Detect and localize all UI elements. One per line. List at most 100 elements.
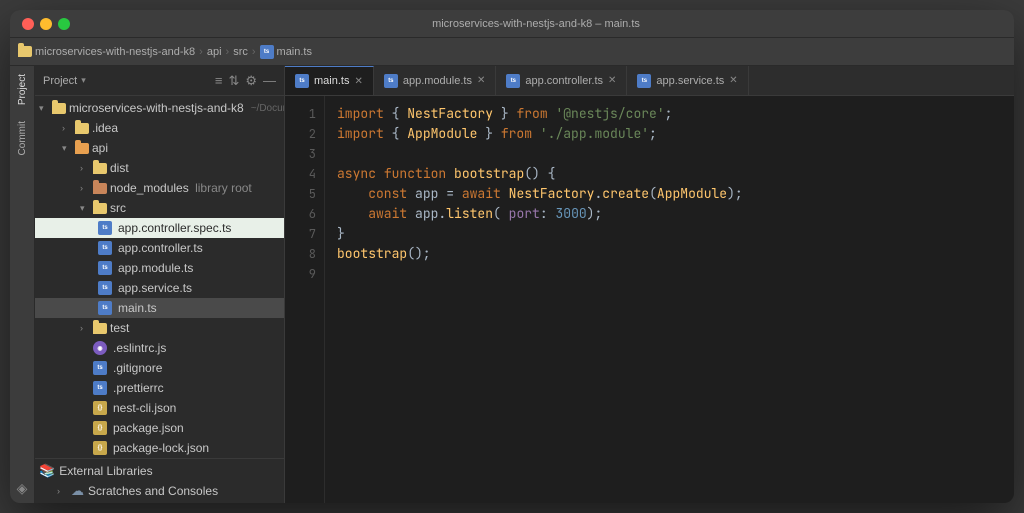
dist-arrow-icon: › xyxy=(80,163,90,173)
tree-item-test[interactable]: › test xyxy=(35,318,284,338)
tab-app-controller-label: app.controller.ts xyxy=(525,75,603,87)
tab-app-controller[interactable]: ts app.controller.ts ✕ xyxy=(496,66,627,95)
tree-item-api[interactable]: ▾ api xyxy=(35,138,284,158)
app-module-icon: ts xyxy=(98,261,112,275)
panel-settings-btn[interactable]: ⚙ xyxy=(245,73,257,89)
node-modules-folder-icon xyxy=(93,183,107,194)
tree-item-eslintrc[interactable]: ◉ .eslintrc.js xyxy=(35,338,284,358)
vertical-tab-project[interactable]: Project xyxy=(13,66,32,113)
panel-collapse-btn[interactable]: ≡ xyxy=(215,73,223,88)
editor-area: ts main.ts ✕ ts app.module.ts ✕ ts app.c… xyxy=(285,66,1014,503)
src-name: src xyxy=(110,201,126,215)
app-service-icon: ts xyxy=(98,281,112,295)
external-libs-icon: 📚 xyxy=(39,463,55,479)
panel-header: Project ▾ ≡ ⇅ ⚙ — xyxy=(35,66,284,96)
minimize-button[interactable] xyxy=(40,18,52,30)
file-tree-panel: Project ▾ ≡ ⇅ ⚙ — ▾ microservices-with-n… xyxy=(35,66,285,503)
tab-main-ts[interactable]: ts main.ts ✕ xyxy=(285,66,374,95)
tab-app-service-close[interactable]: ✕ xyxy=(729,75,737,86)
kw-import-2: import xyxy=(337,124,384,144)
idea-name: .idea xyxy=(92,121,118,135)
code-line-3 xyxy=(337,144,1002,164)
line-num-6: 6 xyxy=(309,204,316,224)
tab-app-service-icon: ts xyxy=(637,74,651,88)
footer-scratches[interactable]: › ☁ Scratches and Consoles xyxy=(39,481,280,501)
tree-item-main-ts[interactable]: ts main.ts xyxy=(35,298,284,318)
nest-cli-name: nest-cli.json xyxy=(113,401,176,415)
api-arrow-icon: ▾ xyxy=(62,143,72,154)
code-line-1: import { NestFactory } from '@nestjs/cor… xyxy=(337,104,1002,124)
tab-main-ts-icon: ts xyxy=(295,74,309,88)
breadcrumb-file[interactable]: ts main.ts xyxy=(260,45,312,59)
idea-arrow-icon: › xyxy=(62,123,72,133)
package-json-name: package.json xyxy=(113,421,184,435)
scratches-icon: ☁ xyxy=(71,483,84,499)
code-area[interactable]: import { NestFactory } from '@nestjs/cor… xyxy=(325,96,1014,503)
line-num-9: 9 xyxy=(309,264,316,284)
panel-title: Project ▾ xyxy=(43,75,86,87)
tab-app-module-icon: ts xyxy=(384,74,398,88)
tree-item-app-controller[interactable]: ts app.controller.ts xyxy=(35,238,284,258)
close-button[interactable] xyxy=(22,18,34,30)
panel-close-btn[interactable]: — xyxy=(263,73,276,88)
scratches-arrow-icon: › xyxy=(57,486,67,496)
tree-item-prettierrc[interactable]: ts .prettierrc xyxy=(35,378,284,398)
src-arrow-icon: ▾ xyxy=(80,203,90,214)
tree-item-nest-cli[interactable]: {} nest-cli.json xyxy=(35,398,284,418)
breadcrumb-src[interactable]: src xyxy=(233,46,248,58)
node-modules-label: library root xyxy=(192,181,252,195)
tree-item-app-module[interactable]: ts app.module.ts xyxy=(35,258,284,278)
package-json-icon: {} xyxy=(93,421,107,435)
line-num-7: 7 xyxy=(309,224,316,244)
project-folder-icon xyxy=(18,46,32,57)
api-name: api xyxy=(92,141,108,155)
code-line-5: const app = await NestFactory . create (… xyxy=(337,184,1002,204)
tab-app-controller-close[interactable]: ✕ xyxy=(608,75,616,86)
tree-item-package-lock[interactable]: {} package-lock.json xyxy=(35,438,284,458)
vertical-tab-icon-1[interactable]: ◈ xyxy=(13,474,32,503)
tree-item-package-json[interactable]: {} package.json xyxy=(35,418,284,438)
gitignore-icon: ts xyxy=(93,361,107,375)
main-ts-name: main.ts xyxy=(118,301,157,315)
panel-actions: ≡ ⇅ ⚙ — xyxy=(215,73,276,89)
breadcrumb-project[interactable]: microservices-with-nestjs-and-k8 xyxy=(18,46,195,58)
package-lock-name: package-lock.json xyxy=(113,441,209,455)
tab-app-module-close[interactable]: ✕ xyxy=(477,75,485,86)
idea-folder-icon xyxy=(75,123,89,134)
tree-root[interactable]: ▾ microservices-with-nestjs-and-k8 ~/Doc… xyxy=(35,98,284,118)
panel-sort-btn[interactable]: ⇅ xyxy=(228,73,239,89)
traffic-lights xyxy=(22,18,70,30)
tree-item-idea[interactable]: › .idea xyxy=(35,118,284,138)
kw-import-1: import xyxy=(337,104,384,124)
tree-item-src[interactable]: ▾ src xyxy=(35,198,284,218)
prettierrc-icon: ts xyxy=(93,381,107,395)
breadcrumb-api[interactable]: api xyxy=(207,46,222,58)
eslintrc-name: .eslintrc.js xyxy=(113,341,166,355)
node-modules-arrow-icon: › xyxy=(80,183,90,193)
footer-external-libs[interactable]: 📚 External Libraries xyxy=(39,461,280,481)
main-ts-icon: ts xyxy=(98,301,112,315)
app-service-name: app.service.ts xyxy=(118,281,192,295)
tab-main-ts-close[interactable]: ✕ xyxy=(354,76,362,87)
vertical-tab-commit[interactable]: Commit xyxy=(13,113,32,163)
panel-dropdown-icon[interactable]: ▾ xyxy=(81,75,86,86)
line-num-5: 5 xyxy=(309,184,316,204)
workspace-path: ~/Documents/WORKSPACE_NODE... xyxy=(251,103,284,114)
tree-item-app-service[interactable]: ts app.service.ts xyxy=(35,278,284,298)
tab-app-service[interactable]: ts app.service.ts ✕ xyxy=(627,66,748,95)
tree-item-gitignore[interactable]: ts .gitignore xyxy=(35,358,284,378)
app-controller-icon: ts xyxy=(98,241,112,255)
tree-item-dist[interactable]: › dist xyxy=(35,158,284,178)
editor-content: 1 2 3 4 5 6 7 8 9 import { NestFactory xyxy=(285,96,1014,503)
tree-item-node-modules[interactable]: › node_modules library root xyxy=(35,178,284,198)
file-ts-icon: ts xyxy=(260,45,274,59)
dist-name: dist xyxy=(110,161,129,175)
maximize-button[interactable] xyxy=(58,18,70,30)
code-line-8: bootstrap (); xyxy=(337,244,1002,264)
file-tree: ▾ microservices-with-nestjs-and-k8 ~/Doc… xyxy=(35,96,284,458)
api-folder-icon xyxy=(75,143,89,154)
nest-cli-icon: {} xyxy=(93,401,107,415)
tab-app-module[interactable]: ts app.module.ts ✕ xyxy=(374,66,497,95)
tree-item-app-controller-spec[interactable]: ts app.controller.spec.ts xyxy=(35,218,284,238)
line-numbers: 1 2 3 4 5 6 7 8 9 xyxy=(285,96,325,503)
